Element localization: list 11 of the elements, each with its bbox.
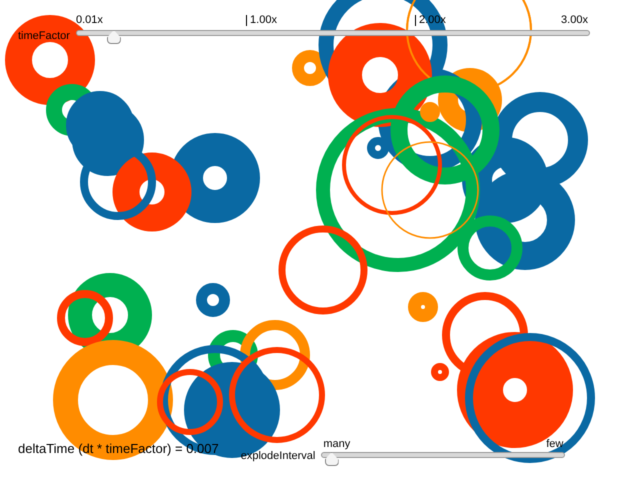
tick-mark (415, 15, 416, 26)
slider-thumb[interactable] (324, 452, 339, 466)
slider-label: explodeInterval (240, 450, 316, 462)
tick-label: 3.00x (561, 14, 588, 26)
slider-thumb[interactable] (106, 30, 121, 44)
tick-mark (246, 15, 248, 26)
tick-label: 0.01x (76, 14, 103, 26)
tick-label: 1.00x (250, 14, 277, 26)
min-label: many (323, 438, 350, 450)
slider-label: timeFactor (18, 30, 70, 42)
max-label: few (546, 438, 564, 450)
